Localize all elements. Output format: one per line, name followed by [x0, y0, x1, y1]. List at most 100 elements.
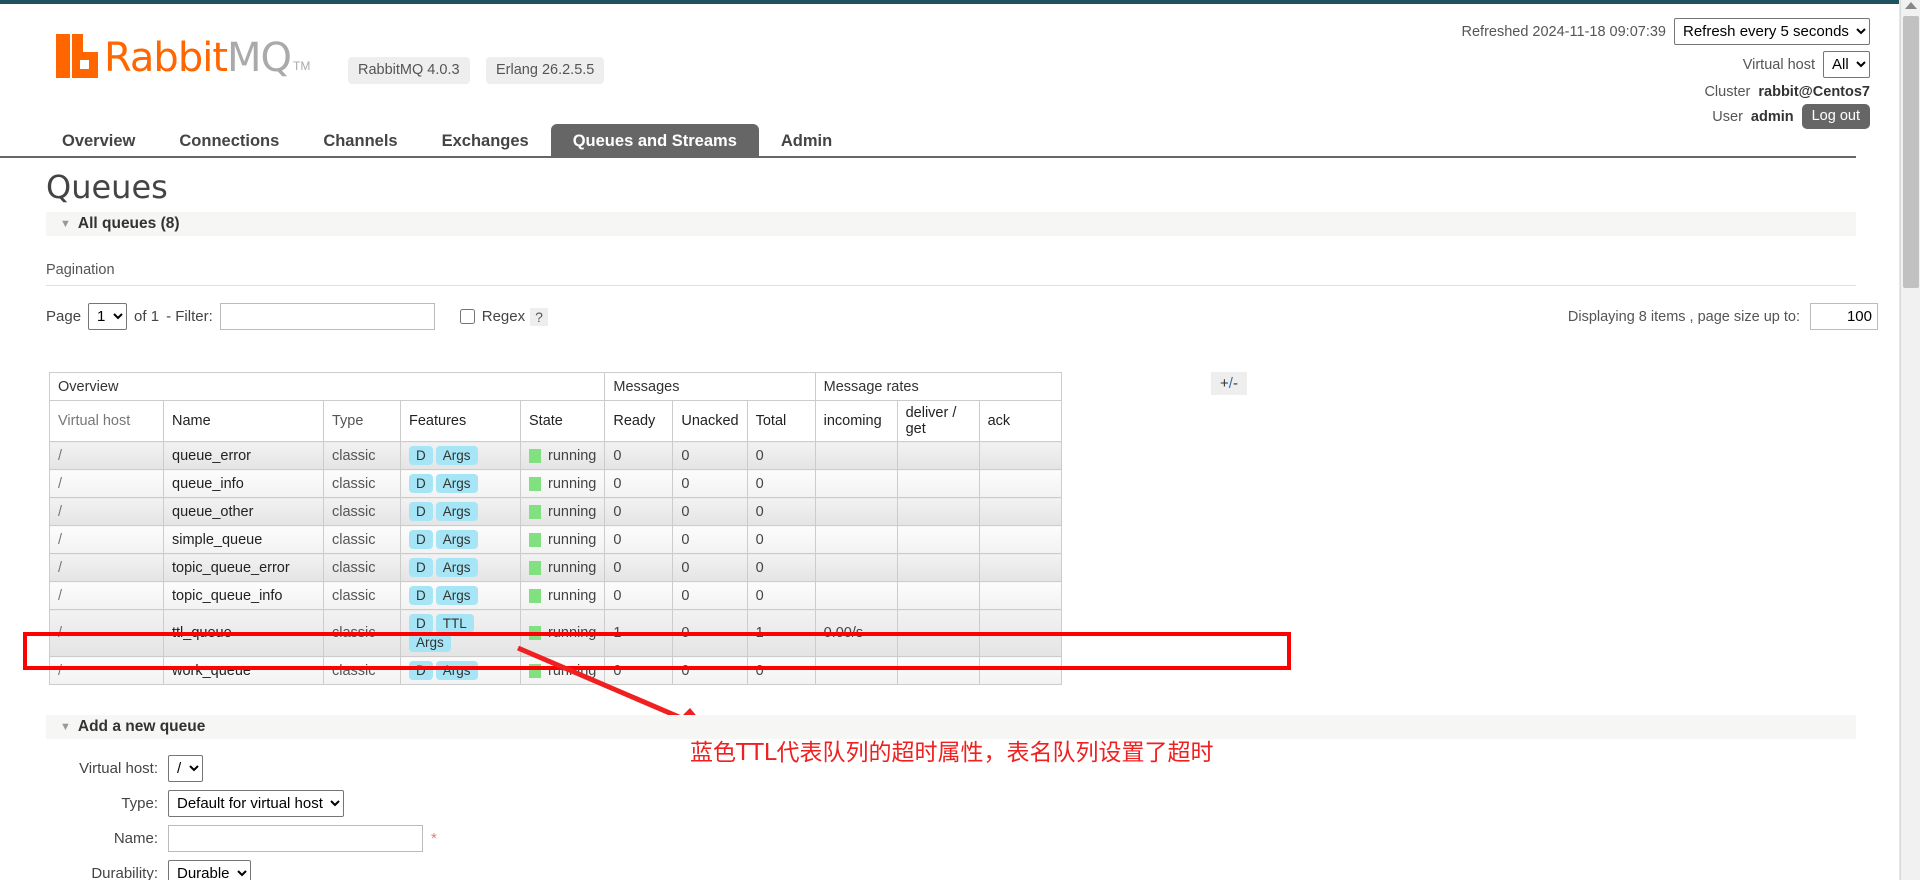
feature-badge-args[interactable]: Args — [435, 558, 478, 577]
feature-badge-d[interactable]: D — [409, 586, 433, 605]
feature-badge-args[interactable]: Args — [409, 633, 451, 652]
column-type[interactable]: Type — [323, 400, 401, 442]
table-row[interactable]: / topic_queue_info classic D Args running 0 0 0 — [49, 581, 1062, 610]
column-ack[interactable]: ack — [978, 400, 1062, 442]
cell-queue-name[interactable]: queue_other — [163, 497, 324, 526]
vertical-scrollbar[interactable] — [1900, 0, 1920, 880]
cell-total: 0 — [746, 656, 816, 685]
table-row[interactable]: / simple_queue classic D Args running 0 0 0 — [49, 525, 1062, 554]
tab-admin[interactable]: Admin — [759, 124, 854, 158]
header-controls: Refreshed 2024-11-18 09:07:39 Refresh ev… — [1462, 18, 1870, 133]
form-label-durability: Durability: — [91, 865, 158, 880]
cell-queue-name[interactable]: simple_queue — [163, 525, 324, 554]
status-square-icon — [529, 663, 541, 678]
feature-badge-d[interactable]: D — [409, 446, 433, 465]
cell-queue-name[interactable]: queue_info — [163, 469, 324, 498]
form-vhost-select[interactable]: / — [168, 755, 203, 782]
table-row[interactable]: / ttl_queue classic D TTLArgs running 1 0 1 0.00/… — [49, 609, 1062, 657]
status-square-icon — [529, 560, 541, 575]
all-queues-section-header[interactable]: ▼ All queues (8) — [46, 212, 1856, 236]
cell-state: running — [519, 441, 606, 470]
feature-badge-args[interactable]: Args — [435, 586, 478, 605]
feature-badge-ttl[interactable]: TTL — [435, 614, 474, 633]
form-durability-select[interactable]: Durable — [168, 860, 251, 880]
feature-badge-d[interactable]: D — [409, 502, 433, 521]
column-incoming[interactable]: incoming — [814, 400, 898, 442]
vhost-select[interactable]: All — [1823, 51, 1870, 78]
status-square-icon — [529, 476, 541, 491]
tab-channels[interactable]: Channels — [301, 124, 419, 158]
cell-state: running — [519, 581, 606, 610]
page-size-input[interactable] — [1810, 303, 1878, 330]
cell-total: 0 — [746, 553, 816, 582]
cell-queue-name[interactable]: queue_error — [163, 441, 324, 470]
column-features[interactable]: Features — [400, 400, 521, 442]
regex-checkbox[interactable] — [459, 309, 475, 324]
status-square-icon — [529, 532, 541, 547]
cell-ready: 0 — [604, 553, 674, 582]
feature-badge-args[interactable]: Args — [435, 474, 478, 493]
feature-badge-args[interactable]: Args — [435, 446, 478, 465]
scrollbar-thumb[interactable] — [1903, 16, 1919, 288]
form-type-select[interactable]: Default for virtual host — [168, 790, 344, 817]
cell-ready: 0 — [604, 525, 674, 554]
tab-overview[interactable]: Overview — [40, 124, 157, 158]
tab-exchanges[interactable]: Exchanges — [420, 124, 551, 158]
cell-unacked: 0 — [672, 441, 748, 470]
cell-type: classic — [323, 441, 401, 470]
tab-queues-and-streams[interactable]: Queues and Streams — [550, 124, 759, 158]
column-toggle-button[interactable]: +/- — [1211, 372, 1247, 395]
refresh-interval-select[interactable]: Refresh every 5 seconds — [1674, 18, 1870, 45]
table-row[interactable]: / work_queue classic D Args running 0 0 0 — [49, 656, 1062, 685]
rabbitmq-logo[interactable]: Rabbit MQ TM — [56, 34, 310, 78]
cell-queue-name[interactable]: work_queue — [163, 656, 324, 685]
column-unacked[interactable]: Unacked — [672, 400, 748, 442]
cell-ack — [978, 525, 1062, 554]
form-label-name: Name: — [113, 830, 158, 847]
feature-badge-d[interactable]: D — [409, 661, 433, 680]
cell-ready: 1 — [604, 609, 674, 657]
logo-trademark: TM — [293, 59, 311, 73]
vhost-row: Virtual host All — [1462, 51, 1870, 78]
column-ready[interactable]: Ready — [604, 400, 674, 442]
cell-type: classic — [323, 656, 401, 685]
filter-label: - Filter: — [166, 308, 213, 325]
feature-badge-d[interactable]: D — [409, 558, 433, 577]
cell-total: 0 — [746, 469, 816, 498]
form-name-input[interactable] — [168, 825, 423, 852]
filter-input[interactable] — [219, 303, 435, 330]
column-deliver-get[interactable]: deliver / get — [896, 400, 980, 442]
add-queue-section-header[interactable]: ▼ Add a new queue — [46, 715, 1856, 739]
column-virtual-host[interactable]: Virtual host — [49, 400, 164, 442]
scroll-up-arrow-icon[interactable] — [1905, 2, 1917, 9]
status-badge: running — [529, 663, 596, 679]
table-row[interactable]: / queue_other classic D Args running 0 0 0 — [49, 497, 1062, 526]
column-state[interactable]: State — [519, 400, 606, 442]
form-row-virtual-host: Virtual host: / — [46, 755, 437, 782]
form-label-virtual-host: Virtual host: — [79, 760, 158, 777]
page-title: Queues — [46, 168, 168, 206]
table-row[interactable]: / queue_error classic D Args running 0 0 0 — [49, 441, 1062, 470]
table-row[interactable]: / topic_queue_error classic D Args running 0 0 0 — [49, 553, 1062, 582]
cell-queue-name[interactable]: topic_queue_error — [163, 553, 324, 582]
column-total[interactable]: Total — [746, 400, 816, 442]
tab-connections[interactable]: Connections — [157, 124, 301, 158]
cell-queue-name[interactable]: topic_queue_info — [163, 581, 324, 610]
feature-badge-args[interactable]: Args — [435, 530, 478, 549]
feature-badge-d[interactable]: D — [409, 474, 433, 493]
column-name[interactable]: Name — [163, 400, 324, 442]
status-label: running — [548, 531, 597, 548]
cell-incoming — [814, 469, 898, 498]
feature-badge-d[interactable]: D — [409, 614, 433, 633]
feature-badge-args[interactable]: Args — [435, 502, 478, 521]
cell-queue-name[interactable]: ttl_queue — [163, 609, 324, 657]
feature-badge-args[interactable]: Args — [435, 661, 478, 680]
feature-badge-d[interactable]: D — [409, 530, 433, 549]
page-number-select[interactable]: 1 — [88, 303, 128, 330]
table-row[interactable]: / queue_info classic D Args running 0 0 0 — [49, 469, 1062, 498]
status-label: running — [548, 447, 597, 464]
cluster-label: Cluster — [1704, 84, 1751, 100]
status-square-icon — [529, 626, 541, 640]
help-icon[interactable]: ? — [530, 307, 548, 326]
cell-incoming — [814, 553, 898, 582]
